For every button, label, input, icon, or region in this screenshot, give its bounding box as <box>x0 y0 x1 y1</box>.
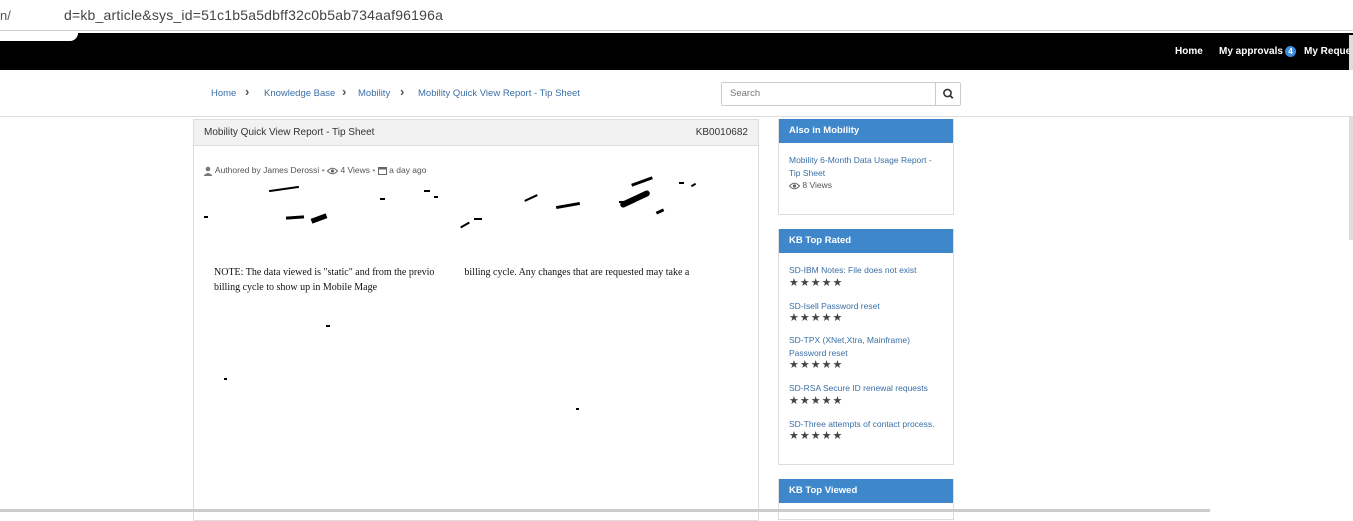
top-rated-item[interactable]: SD-TPX (XNet,Xtra, Mainframe) Password r… <box>779 334 953 359</box>
also-in-views: 8 Views <box>779 179 953 191</box>
article-meta: Authored by James Derossi • 4 Views • a … <box>203 165 427 176</box>
note-text: age <box>363 282 378 293</box>
article-title: Mobility Quick View Report - Tip Sheet <box>204 127 375 138</box>
vertical-scrollbar[interactable] <box>1349 35 1353 240</box>
rating-stars: ★★★★★ <box>789 276 844 289</box>
article-author: Authored by James Derossi <box>214 165 320 175</box>
address-bar[interactable]: n/ d=kb_article&sys_id=51c1b5a5dbff32c0b… <box>0 0 1353 31</box>
calendar-icon <box>377 167 387 176</box>
approvals-count-badge: 4 <box>1284 46 1296 57</box>
breadcrumb-home[interactable]: Home <box>211 88 236 99</box>
user-icon <box>203 166 213 176</box>
top-rated-item[interactable]: SD-Three attempts of contact process. <box>779 418 953 431</box>
eye-icon <box>788 182 801 189</box>
chevron-right-icon: › <box>400 84 405 99</box>
note-text: NOTE: The data viewed is "static" and fr… <box>214 267 435 278</box>
redaction <box>194 230 210 510</box>
also-in-item[interactable]: Mobility 6-Month Data Usage Report - Tip… <box>779 154 953 179</box>
top-rated-item[interactable]: SD-RSA Secure ID renewal requests <box>779 382 953 395</box>
search-button[interactable] <box>935 83 960 105</box>
top-rated-title: KB Top Rated <box>779 229 953 253</box>
article-header: Mobility Quick View Report - Tip Sheet K… <box>194 120 758 146</box>
url-prefix: n/ <box>0 8 11 23</box>
chevron-right-icon: › <box>245 84 250 99</box>
top-viewed-title: KB Top Viewed <box>779 479 953 503</box>
breadcrumb-mobility[interactable]: Mobility <box>358 88 390 99</box>
rating-stars: ★★★★★ <box>789 359 844 371</box>
also-in-card: Also in Mobility Mobility 6-Month Data U… <box>778 119 954 215</box>
rating-stars: ★★★★★ <box>789 312 844 324</box>
also-in-title: Also in Mobility <box>779 119 953 143</box>
note-text: billing cycle. Any changes that are requ… <box>464 267 690 278</box>
redaction <box>0 33 78 41</box>
note-text: billing cycle to show up in Mobile M <box>214 282 364 293</box>
breadcrumb-article[interactable]: Mobility Quick View Report - Tip Sheet <box>418 88 580 99</box>
top-nav: Home My approvals4 My Requests <box>0 33 1353 70</box>
search-box <box>721 82 961 106</box>
rating-stars: ★★★★★ <box>789 430 844 442</box>
article-number: KB0010682 <box>695 127 748 138</box>
article-panel: Mobility Quick View Report - Tip Sheet K… <box>193 119 759 521</box>
url-text[interactable]: d=kb_article&sys_id=51c1b5a5dbff32c0b5ab… <box>64 7 443 23</box>
nav-my-approvals[interactable]: My approvals 4 <box>1219 46 1296 57</box>
top-rated-item[interactable]: SD-Isell Password reset <box>779 300 953 313</box>
article-views: 4 Views <box>340 165 371 175</box>
eye-icon <box>327 167 339 174</box>
top-rated-card: KB Top Rated SD-IBM Notes: File does not… <box>778 229 954 465</box>
rating-stars: ★★★★★ <box>789 394 844 407</box>
article-age: a day ago <box>389 165 427 175</box>
top-viewed-card: KB Top Viewed <box>778 479 954 520</box>
also-in-views-count: 8 Views <box>802 180 832 190</box>
redaction <box>12 2 68 28</box>
chevron-right-icon: › <box>342 84 347 99</box>
nav-home[interactable]: Home <box>1175 46 1203 57</box>
top-rated-item[interactable]: SD-IBM Notes: File does not exist <box>779 264 953 277</box>
nav-my-requests[interactable]: My Requests <box>1304 46 1353 57</box>
search-input[interactable] <box>722 83 943 103</box>
breadcrumb: Home › Knowledge Base › Mobility › Mobil… <box>0 70 1353 117</box>
article-body: NOTE: The data viewed is "static" and fr… <box>214 265 744 295</box>
search-icon <box>943 88 954 99</box>
nav-my-approvals-label: My approvals <box>1219 46 1283 58</box>
breadcrumb-knowledge-base[interactable]: Knowledge Base <box>264 88 335 99</box>
